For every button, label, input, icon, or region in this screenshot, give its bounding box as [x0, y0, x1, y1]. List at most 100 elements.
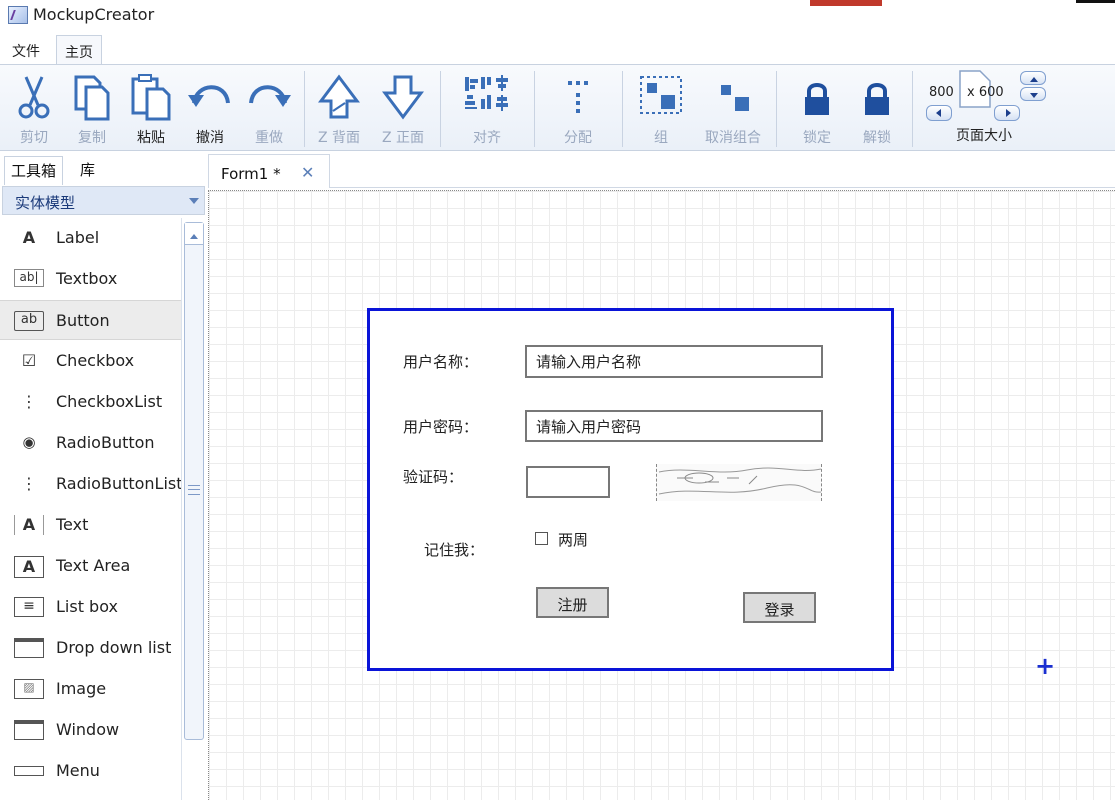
close-icon[interactable]: ✕ [301, 163, 314, 182]
group-icon [640, 76, 682, 114]
captcha-label: 验证码： [403, 468, 464, 486]
tool-checkboxlist[interactable]: ⋮ CheckboxList [0, 382, 183, 422]
page-size-label: 页面大小 [956, 128, 1012, 144]
remember-checkbox[interactable] [535, 532, 548, 545]
window-tool-icon: ▭ [14, 720, 44, 740]
tool-textarea[interactable]: A Text Area [0, 546, 183, 586]
redo-button[interactable]: 重做 [240, 69, 298, 149]
app-title: MockupCreator [33, 5, 155, 24]
ribbon-separator [440, 71, 441, 147]
ribbon-separator [304, 71, 305, 147]
distribute-button[interactable]: 分配 [538, 69, 618, 149]
scrollbar-track[interactable] [184, 222, 204, 740]
toolbox-list: A Label ab| Textbox ab Button ☑ Checkbox… [0, 218, 183, 800]
undo-button[interactable]: 撤消 [182, 69, 238, 149]
width-decrease-button[interactable] [926, 105, 952, 121]
captcha-scribble-icon [658, 467, 822, 495]
copy-button[interactable]: 复制 [64, 69, 120, 149]
category-dropdown[interactable]: 实体模型 [2, 186, 205, 215]
tool-label[interactable]: A Label [0, 218, 183, 258]
unlock-icon [865, 83, 889, 115]
toolbox-scrollbar[interactable] [181, 218, 205, 800]
scroll-up-icon[interactable] [185, 223, 203, 245]
password-input[interactable]: 请输入用户密码 [525, 410, 823, 442]
tab-form1[interactable]: Form1 * ✕ [208, 154, 330, 188]
bring-front-button[interactable]: Z 正面 [372, 69, 434, 149]
copy-icon [74, 75, 110, 121]
dropdown-tool-icon: ▭ [14, 638, 44, 658]
title-bar: MockupCreator [0, 0, 1115, 32]
category-value: 实体模型 [15, 194, 76, 212]
text-tool-icon: A [14, 515, 44, 535]
lock-icon [805, 83, 829, 115]
tool-name: Checkbox [56, 351, 135, 370]
bring-front-label: Z 正面 [381, 130, 425, 146]
tool-radiobutton[interactable]: ◉ RadioButton [0, 423, 183, 463]
tab-file[interactable]: 文件 [4, 35, 48, 65]
tool-textbox[interactable]: ab| Textbox [0, 259, 183, 299]
tool-image[interactable]: ▨ Image [0, 669, 183, 709]
tool-radiobuttonlist[interactable]: ⋮ RadioButtonList [0, 464, 183, 504]
ribbon-separator [534, 71, 535, 147]
captcha-image[interactable] [656, 464, 822, 501]
bring-front-icon [382, 75, 424, 120]
window-edge-strip [1076, 0, 1115, 3]
ribbon-separator [912, 71, 913, 147]
page-height-value[interactable]: x 600 [967, 85, 1004, 100]
label-tool-icon: A [22, 228, 36, 247]
tool-menu[interactable]: ▭ Menu [0, 751, 183, 791]
captcha-input[interactable] [526, 466, 610, 498]
ribbon-separator [776, 71, 777, 147]
tool-name: RadioButton [56, 433, 155, 452]
ungroup-label: 取消组合 [705, 130, 761, 146]
listbox-tool-icon: ≡ [14, 597, 44, 617]
panel-tabs: 工具箱 库 [0, 152, 208, 185]
tool-name: RadioButtonList [56, 474, 183, 493]
redo-icon [249, 85, 291, 107]
username-input[interactable]: 请输入用户名称 [525, 345, 823, 378]
page-width-value[interactable]: 800 [929, 85, 954, 100]
tool-text[interactable]: A Text [0, 505, 183, 545]
width-increase-button[interactable] [994, 105, 1020, 121]
height-increase-button[interactable] [1020, 71, 1046, 85]
unlock-button[interactable]: 解锁 [848, 69, 906, 149]
app-logo-icon [8, 6, 28, 24]
group-label: 组 [654, 130, 668, 146]
tool-name: List box [56, 597, 118, 616]
height-decrease-button[interactable] [1020, 87, 1046, 101]
tool-listbox[interactable]: ≡ List box [0, 587, 183, 627]
register-button[interactable]: 注册 [536, 587, 609, 618]
tool-checkbox[interactable]: ☑ Checkbox [0, 341, 183, 381]
tool-button[interactable]: ab Button [0, 300, 183, 340]
distribute-icon [568, 81, 588, 113]
send-back-button[interactable]: Z 背面 [308, 69, 370, 149]
tool-window[interactable]: ▭ Window [0, 710, 183, 750]
tool-name: Button [56, 311, 110, 330]
chevron-down-icon [189, 198, 199, 209]
scroll-grip-icon[interactable] [188, 485, 200, 495]
radiobutton-tool-icon: ◉ [22, 433, 36, 451]
textbox-tool-icon: ab| [14, 269, 44, 287]
tool-name: Textbox [56, 269, 118, 288]
checkbox-tool-icon: ☑ [21, 351, 37, 370]
paste-button[interactable]: 粘贴 [122, 69, 180, 149]
tool-name: Menu [56, 761, 100, 780]
tab-toolbox[interactable]: 工具箱 [4, 156, 64, 185]
cut-button[interactable]: 剪切 [6, 69, 62, 149]
lock-label: 锁定 [803, 130, 831, 146]
window-close-strip[interactable] [810, 0, 882, 6]
tab-library[interactable]: 库 [74, 156, 101, 185]
button-tool-icon: ab [14, 311, 44, 331]
lock-button[interactable]: 锁定 [788, 69, 846, 149]
ungroup-button[interactable]: 取消组合 [696, 69, 770, 149]
textarea-tool-icon: A [14, 556, 44, 578]
paste-icon [131, 74, 171, 121]
tool-dropdownlist[interactable]: ▭ Drop down list [0, 628, 183, 668]
undo-label: 撤消 [196, 130, 224, 146]
align-button[interactable]: 对齐 [444, 69, 530, 149]
group-button[interactable]: 组 [626, 69, 696, 149]
tab-home[interactable]: 主页 [56, 35, 102, 66]
remember-label: 记住我： [424, 541, 485, 559]
remember-option-label: 两周 [558, 531, 589, 549]
login-button[interactable]: 登录 [743, 592, 816, 623]
